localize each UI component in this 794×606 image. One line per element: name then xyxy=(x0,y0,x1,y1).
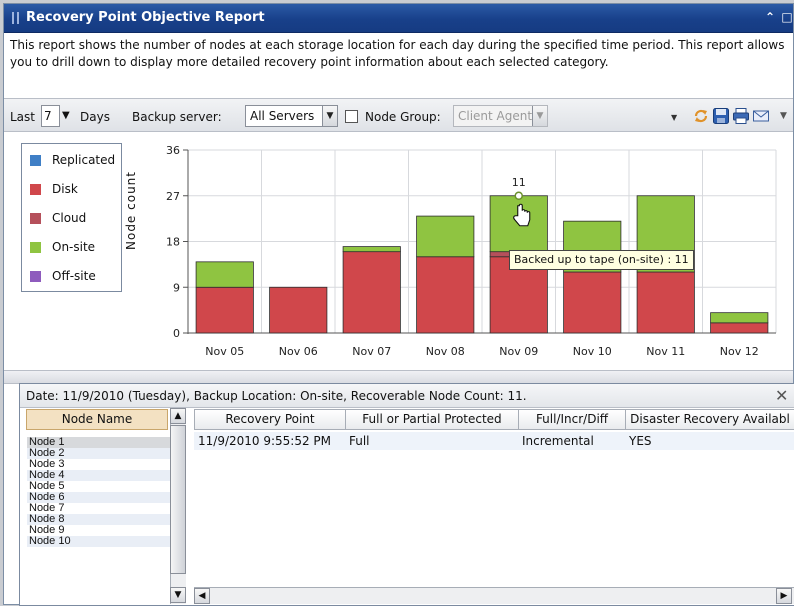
drilldown-info-bar: Date: 11/9/2010 (Tuesday), Backup Locati… xyxy=(20,384,794,408)
bar-segment-on-site[interactable] xyxy=(416,215,475,258)
y-tick-label: 36 xyxy=(166,144,180,157)
bar-segment-disk[interactable] xyxy=(342,251,401,334)
table-horizontal-scrollbar[interactable]: ◀ ▶ xyxy=(194,587,794,604)
x-tick-label: Nov 10 xyxy=(573,345,612,358)
scroll-left-icon[interactable]: ◀ xyxy=(194,588,210,604)
x-tick-label: Nov 11 xyxy=(646,345,685,358)
scroll-right-icon[interactable]: ▶ xyxy=(776,588,792,604)
bar-segment-disk[interactable] xyxy=(636,271,695,334)
bar-segment-disk[interactable] xyxy=(416,256,475,334)
bar-annotation-label: 11 xyxy=(512,176,526,189)
y-tick-label: 27 xyxy=(166,190,180,203)
column-header-1[interactable]: Recovery Point xyxy=(194,409,346,430)
x-tick-label: Nov 07 xyxy=(352,345,391,358)
table-cell: Incremental xyxy=(522,434,594,448)
selected-point-marker[interactable] xyxy=(514,191,523,200)
panel-splitter[interactable] xyxy=(4,370,793,384)
node-list[interactable]: Node 1 Node 2 Node 3 Node 4 Node 5 Node 6 Node… xyxy=(26,430,171,604)
column-header-3[interactable]: Full/Incr/Diff xyxy=(518,409,626,430)
drilldown-info-text: Date: 11/9/2010 (Tuesday), Backup Locati… xyxy=(26,389,527,403)
bar-segment-on-site[interactable] xyxy=(195,261,254,288)
y-tick-label: 18 xyxy=(166,236,180,249)
x-tick-label: Nov 12 xyxy=(720,345,759,358)
table-cell: YES xyxy=(629,434,652,448)
close-icon[interactable]: ✕ xyxy=(775,386,788,405)
bar-segment-on-site[interactable] xyxy=(342,246,401,253)
bar-segment-disk[interactable] xyxy=(710,322,769,334)
table-cell: 11/9/2010 9:55:52 PM xyxy=(198,434,332,448)
report-window: Recovery Point Objective Report ⌃ □ This… xyxy=(3,3,794,606)
x-tick-label: Nov 06 xyxy=(279,345,318,358)
x-tick-label: Nov 08 xyxy=(426,345,465,358)
node-list-item[interactable]: Node 10 xyxy=(27,536,171,547)
bar-segment-disk[interactable] xyxy=(269,286,328,334)
bar-segment-disk[interactable] xyxy=(563,271,622,334)
node-count-chart[interactable]: 0 9 18 27 36 Nov 05 Nov 06 Nov 07 Nov 08 Nov 09 11… xyxy=(4,4,793,364)
y-tick-label: 0 xyxy=(173,327,180,340)
y-tick-label: 9 xyxy=(173,281,180,294)
drilldown-panel: Date: 11/9/2010 (Tuesday), Backup Locati… xyxy=(19,383,794,606)
bar-segment-on-site[interactable] xyxy=(710,312,769,324)
column-header-2[interactable]: Full or Partial Protected xyxy=(345,409,519,430)
scroll-down-icon[interactable]: ▼ xyxy=(170,587,186,603)
scroll-thumb[interactable] xyxy=(170,425,186,574)
table-cell: Full xyxy=(349,434,370,448)
node-name-column-header[interactable]: Node Name xyxy=(26,409,168,430)
node-list-scrollbar[interactable]: ▲ ▼ xyxy=(170,408,186,604)
x-tick-label: Nov 05 xyxy=(205,345,244,358)
bar-segment-disk[interactable] xyxy=(195,286,254,334)
column-header-4[interactable]: Disaster Recovery Availabl xyxy=(625,409,794,430)
x-tick-label: Nov 09 xyxy=(499,345,538,358)
chart-tooltip: Backed up to tape (on-site) : 11 xyxy=(509,250,694,270)
scroll-up-icon[interactable]: ▲ xyxy=(170,408,186,424)
